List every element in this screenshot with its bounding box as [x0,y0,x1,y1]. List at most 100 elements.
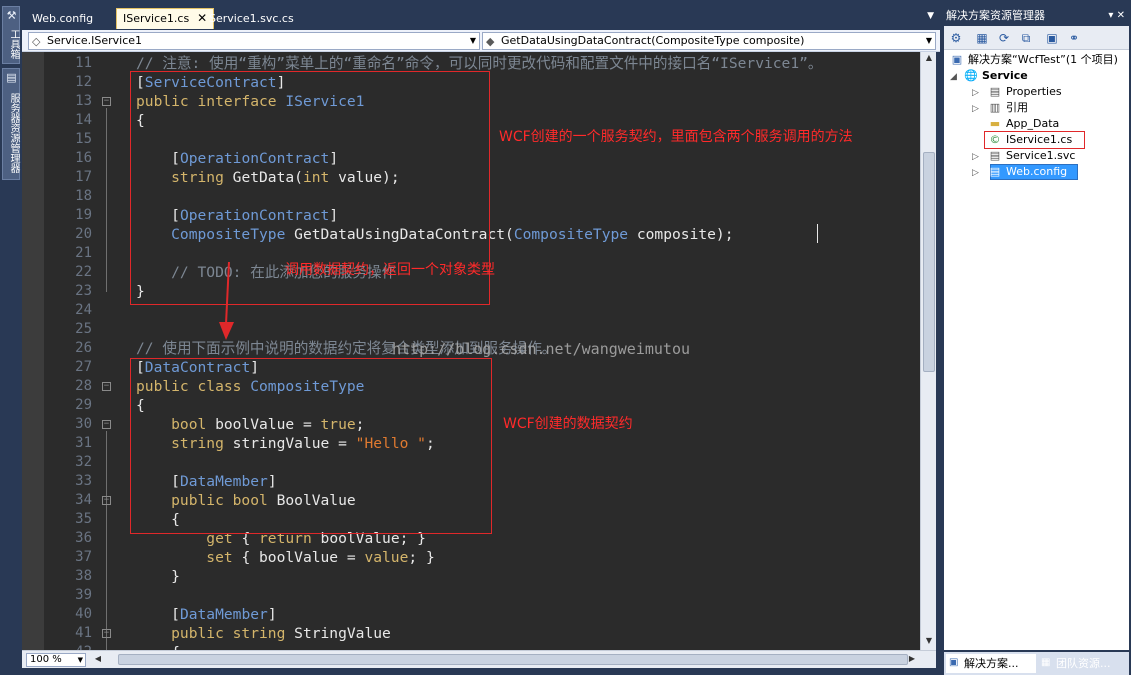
solution-tree: ▣ 解决方案“WcfTest”(1 个项目) ◢ 🌐 Service ▷ ▤ Prop… [944,50,1129,650]
line-number: 40 [75,606,92,622]
line-number: 42 [60,643,92,650]
line-number: 33 [75,473,92,489]
team-explorer-icon: ▦ [1041,657,1051,668]
scroll-up-icon[interactable]: ▲ [923,53,935,65]
panel-title: 解决方案资源管理器 [946,9,1045,22]
scroll-down-icon[interactable]: ▼ [923,636,935,648]
line-number: 19 [75,207,92,223]
line-number: 27 [75,359,92,375]
properties-icon[interactable]: ⚙ [948,30,964,46]
chevron-down-icon: ▼ [925,36,932,45]
tree-node-iservice1-cs[interactable]: © IService1.cs [988,132,1073,148]
code-editor[interactable]: // 注意: 使用“重构”菜单上的“重命名”命令，可以同时更改代码和配置文件中的… [22,52,920,650]
line-number: 32 [75,454,92,470]
line-number: 28 [75,378,92,394]
tree-node-properties[interactable]: ▤ Properties [988,84,1062,100]
tree-node-label: 解决方案“WcfTest”(1 个项目) [968,53,1118,66]
member-selector-value: GetDataUsingDataContract(CompositeType c… [501,34,805,47]
scroll-left-icon[interactable]: ◀ [92,654,104,666]
solution-explorer-icon: ▣ [949,657,959,668]
panel-window-buttons[interactable]: ▾ ✕ [1108,6,1125,26]
line-number: 25 [75,321,92,337]
tree-node-solution[interactable]: ▣ 解决方案“WcfTest”(1 个项目) [950,52,1118,68]
class-diagram-icon[interactable]: ⚭ [1066,30,1082,46]
method-icon: ◆ [486,35,495,48]
chevron-down-icon: ▼ [469,36,476,45]
scroll-right-icon[interactable]: ▶ [906,654,918,666]
member-selector[interactable]: ◆ GetDataUsingDataContract(CompositeType… [482,32,936,50]
svc-file-icon: ▤ [989,149,1001,162]
copy-icon[interactable]: ⧉ [1018,30,1034,46]
line-number: 23 [75,283,92,299]
tab-web-config[interactable]: Web.config [26,9,99,29]
tree-node-app-data[interactable]: ▬ App_Data [988,116,1059,132]
left-tool-strip: ⚒ 工具箱 ▤ 服务器资源管理器 [0,0,22,675]
line-number: 24 [75,302,92,318]
line-number: 30 [75,416,92,432]
navigation-bar: ◇ Service.IService1 ▼ ◆ GetDataUsingData… [22,30,940,52]
class-icon: ◇ [32,35,41,48]
line-number: 22 [75,264,92,280]
line-number: 11 [75,55,92,71]
chevron-down-icon: ▼ [77,656,83,664]
tree-node-label: IService1.cs [1006,133,1073,146]
tree-node-label: Web.config [1006,165,1068,178]
line-number: 17 [75,169,92,185]
tree-node-label: Properties [1006,85,1062,98]
annotation-arrow-head [219,322,234,340]
toolbox-tab-label: 工具箱 [8,29,19,59]
tab-iservice1-cs[interactable]: IService1.cs ✕ [116,8,215,29]
document-tab-bar: Web.config IService1.cs ✕ Service1.svc.cs… [22,6,940,29]
collapse-arrow-icon[interactable]: ▷ [972,88,979,98]
zoom-value: 100 % [30,654,62,665]
vertical-scrollbar[interactable]: ▲ ▼ [920,52,936,650]
line-number: 35 [75,511,92,527]
collapse-arrow-icon[interactable]: ▷ [972,168,979,178]
line-number: 21 [75,245,92,261]
tab-service1-svc-cs[interactable]: Service1.svc.cs [203,9,300,29]
tree-node-label: 引用 [1006,101,1028,114]
tab-team-explorer[interactable]: ▦ 团队资源... [1038,654,1128,673]
line-number: 41 [75,625,92,641]
line-number: 12 [75,74,92,90]
server-explorer-icon: ▤ [6,71,17,84]
tree-node-project[interactable]: 🌐 Service [964,68,1028,84]
horizontal-scroll-thumb[interactable] [118,654,908,665]
line-number: 14 [75,112,92,128]
solution-explorer-toolbar: ⚙ ▦ ⟳ ⧉ ▣ ⚭ [944,26,1129,50]
tree-node-service1-svc[interactable]: ▤ Service1.svc [988,148,1076,164]
solution-icon: ▣ [951,53,963,66]
collapse-arrow-icon[interactable]: ▷ [972,152,979,162]
folder-icon: ▬ [989,117,1001,130]
collapse-arrow-icon[interactable]: ▷ [972,104,979,114]
solution-explorer-title-bar: 解决方案资源管理器 ▾ ✕ [942,6,1131,26]
annotation-arrow-shaft [225,261,230,325]
tab-label: Service1.svc.cs [209,12,294,25]
line-number: 16 [75,150,92,166]
type-selector-value: Service.IService1 [47,34,143,47]
line-number: 26 [75,340,92,356]
show-all-files-icon[interactable]: ▦ [974,30,990,46]
line-number: 20 [75,226,92,242]
server-explorer-tab[interactable]: ▤ 服务器资源管理器 [2,68,20,180]
ide-window: ⚒ 工具箱 ▤ 服务器资源管理器 Web.config IService1.cs… [0,0,1131,675]
tab-solution-explorer[interactable]: ▣ 解决方案... [946,654,1036,673]
tree-node-references[interactable]: ▥ 引用 [988,100,1028,116]
web-project-icon: 🌐 [964,69,978,82]
line-number: 39 [75,587,92,603]
line-number: 37 [75,549,92,565]
zoom-selector[interactable]: 100 % ▼ [26,653,86,667]
vertical-scroll-thumb[interactable] [923,152,935,372]
tree-node-web-config[interactable]: ▤ Web.config [988,164,1067,180]
properties-folder-icon: ▤ [989,85,1001,98]
expand-arrow-icon[interactable]: ◢ [950,72,957,82]
view-code-icon[interactable]: ▣ [1044,30,1060,46]
type-selector[interactable]: ◇ Service.IService1 ▼ [28,32,480,50]
toolbox-tab[interactable]: ⚒ 工具箱 [2,6,20,64]
tree-node-label: Service [982,69,1028,82]
refresh-icon[interactable]: ⟳ [996,30,1012,46]
solution-explorer: 解决方案资源管理器 ▾ ✕ ⚙ ▦ ⟳ ⧉ ▣ ⚭ ▣ 解决方案“WcfTest”… [942,6,1131,675]
tab-label: IService1.cs [123,12,190,25]
tab-dropdown-icon[interactable]: ▼ [927,11,934,21]
line-number: 18 [75,188,92,204]
